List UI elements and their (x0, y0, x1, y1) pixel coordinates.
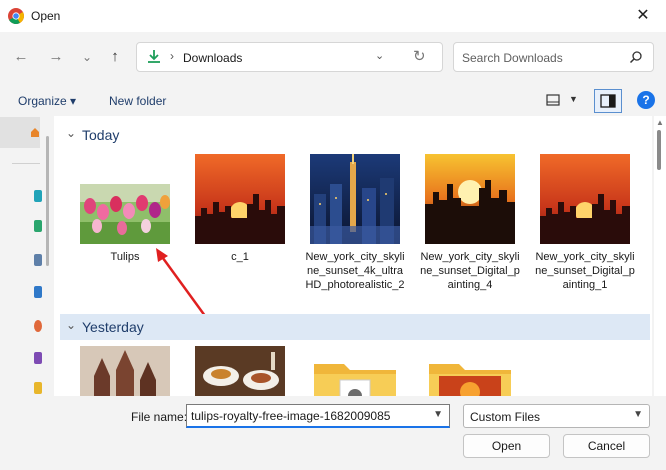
thumbnail-food[interactable] (195, 346, 285, 396)
sidebar-item-documents-icon[interactable] (34, 254, 42, 266)
chevron-down-icon[interactable]: ▼ (433, 409, 443, 420)
file-name-label: File name: (131, 410, 188, 424)
thumbnail-nyc-4k[interactable] (310, 154, 400, 244)
file-type-select[interactable]: Custom Files ▼ (463, 404, 650, 428)
chevron-down-icon: ⌄ (66, 318, 77, 332)
sidebar-item-pictures-icon[interactable] (34, 286, 42, 298)
scroll-up-icon[interactable]: ▲ (656, 118, 664, 127)
download-folder-icon (148, 50, 160, 63)
file-list-scrollbar[interactable]: ▲ (654, 116, 666, 396)
sidebar-item-downloads-icon[interactable] (34, 220, 42, 232)
breadcrumb-chevron-icon[interactable]: › (170, 49, 174, 63)
breadcrumb-downloads[interactable]: Downloads (183, 51, 242, 65)
navigation-pane (0, 116, 54, 396)
preview-pane-button[interactable] (594, 89, 622, 113)
group-header-today[interactable]: ⌄ Today (60, 122, 650, 148)
address-dropdown-icon[interactable]: ⌄ (375, 49, 384, 62)
new-folder-button[interactable]: New folder (109, 94, 166, 108)
thumbnail-castle[interactable] (80, 346, 170, 396)
refresh-icon[interactable]: ↻ (413, 47, 426, 65)
sidebar-scrollbar[interactable] (46, 136, 49, 266)
close-button[interactable]: ✕ (628, 2, 658, 30)
sidebar-item-gallery-icon[interactable] (34, 190, 42, 202)
organize-menu[interactable]: Organize ▾ (18, 94, 76, 108)
cancel-button[interactable]: Cancel (563, 434, 650, 458)
command-bar: Organize ▾ New folder ▼ ? (0, 84, 666, 116)
title-bar: Open ✕ (0, 0, 666, 32)
view-dropdown-icon[interactable]: ▼ (569, 94, 578, 104)
thumbnail-folder-fire[interactable] (425, 346, 515, 396)
sidebar-item-videos-icon[interactable] (34, 352, 42, 364)
scrollbar-thumb[interactable] (657, 130, 661, 170)
group-title: Today (82, 127, 120, 143)
file-name-value[interactable]: tulips-royalty-free-image-1682009085 (191, 409, 390, 423)
file-type-value: Custom Files (470, 410, 541, 424)
chevron-down-icon: ⌄ (66, 126, 77, 140)
sidebar-item-folder-icon[interactable] (34, 382, 42, 394)
search-placeholder: Search Downloads (462, 51, 563, 65)
up-button[interactable]: ↑ (104, 46, 126, 68)
chrome-icon (8, 8, 24, 24)
file-list[interactable]: ⌄ Today Tulips c_1 New_york_city_skyline… (54, 116, 652, 396)
annotation-arrow (156, 248, 210, 321)
thumbnail-nyc-painting-4[interactable] (425, 154, 515, 244)
file-name-nyc-painting-1[interactable]: New_york_city_skyline_sunset_Digital_pai… (535, 250, 635, 292)
preview-pane-icon (600, 94, 616, 108)
open-button[interactable]: Open (463, 434, 550, 458)
navigation-bar: ← → ⌄ ↑ › Downloads ⌄ ↻ Search Downloads (0, 32, 666, 84)
file-name-input[interactable]: tulips-royalty-free-image-1682009085 ▼ (186, 404, 450, 428)
chevron-down-icon: ▼ (633, 409, 643, 420)
forward-button[interactable]: → (45, 46, 67, 68)
file-name-nyc-4k[interactable]: New_york_city_skyline_sunset_4k_ultraHD_… (305, 250, 405, 292)
thumbnail-folder[interactable] (310, 346, 400, 396)
search-input[interactable]: Search Downloads (453, 42, 654, 72)
sidebar-item-home[interactable] (0, 117, 40, 148)
window-title: Open (31, 9, 61, 23)
sidebar-divider (12, 163, 40, 164)
help-icon[interactable]: ? (637, 91, 655, 109)
home-icon (31, 128, 39, 137)
back-button[interactable]: ← (10, 46, 32, 68)
address-bar[interactable]: › Downloads ⌄ ↻ (136, 42, 443, 72)
dialog-footer: File name: tulips-royalty-free-image-168… (0, 396, 666, 470)
sidebar-item-music-icon[interactable] (34, 320, 42, 332)
search-icon (629, 51, 642, 64)
thumbnail-c-1[interactable] (195, 154, 285, 244)
view-mode-icon[interactable] (546, 94, 560, 106)
recent-locations-button[interactable]: ⌄ (76, 46, 98, 68)
group-header-yesterday[interactable]: ⌄ Yesterday (60, 314, 650, 340)
thumbnail-tulips[interactable] (80, 184, 170, 244)
thumbnail-nyc-painting-1[interactable] (540, 154, 630, 244)
group-title: Yesterday (82, 319, 144, 335)
file-name-nyc-painting-4[interactable]: New_york_city_skyline_sunset_Digital_pai… (420, 250, 520, 292)
